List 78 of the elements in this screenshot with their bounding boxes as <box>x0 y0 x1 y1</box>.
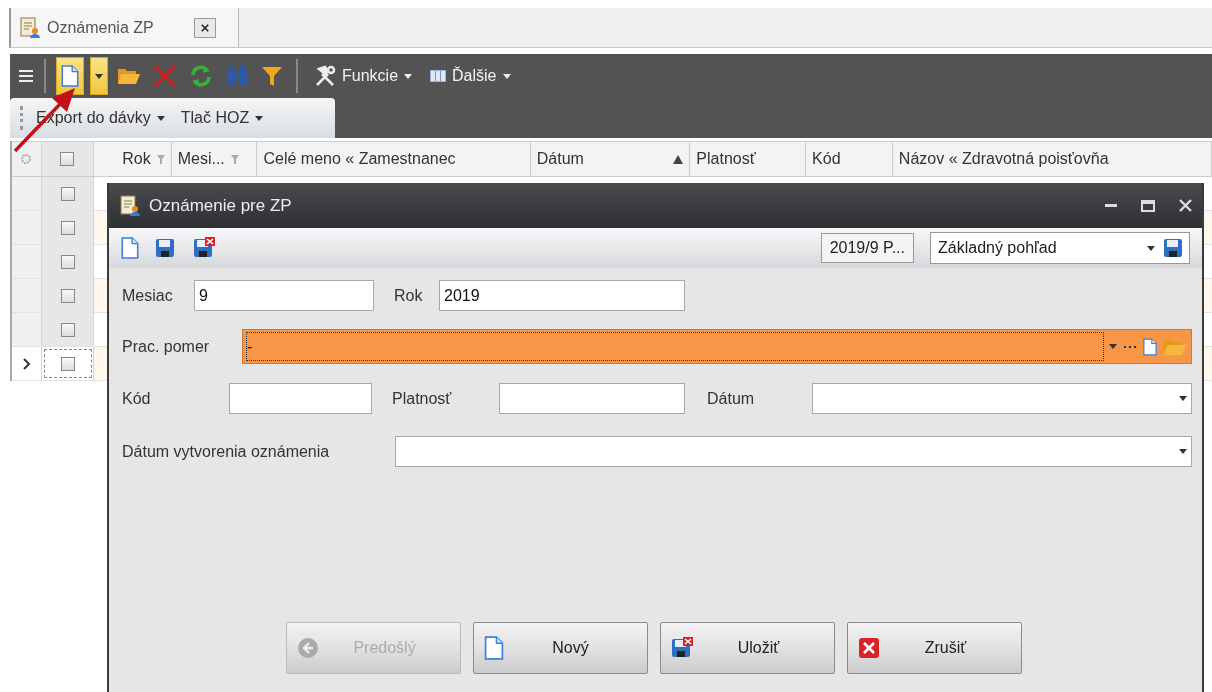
dropdown-arrow-icon <box>95 73 103 79</box>
floppy-delete-icon <box>193 237 215 259</box>
menu-icon[interactable] <box>18 69 34 83</box>
menu-button[interactable]: Funkcie <box>308 65 419 87</box>
filter-icon <box>230 154 239 164</box>
select-all-checkbox[interactable] <box>60 152 75 166</box>
tools-icon <box>314 65 336 87</box>
minimize-icon[interactable] <box>1105 203 1117 208</box>
columns-icon <box>430 70 447 82</box>
column-header[interactable]: Mesi... <box>171 142 258 176</box>
row-checkbox[interactable] <box>60 322 75 337</box>
dropdown-arrow-icon <box>1179 449 1187 454</box>
field-label: Mesiac <box>122 286 174 305</box>
lookup-field[interactable]: - <box>242 329 1192 364</box>
dropdown-arrow-icon <box>1179 396 1187 401</box>
filter-icon <box>156 154 165 164</box>
column-header[interactable]: Dátum <box>530 142 691 176</box>
menu-button[interactable]: Ďalšie <box>424 67 517 85</box>
row-header[interactable] <box>12 347 42 380</box>
dropdown-button[interactable] <box>90 57 108 95</box>
field-label: Platnosť <box>392 389 453 408</box>
filter-icon <box>261 65 283 87</box>
maximize-icon[interactable] <box>1141 199 1155 212</box>
field-label: Rok <box>394 286 424 305</box>
field-label: Prac. pomer <box>122 337 211 356</box>
column-header[interactable]: Názov « Zdravotná poisťovňa <box>892 142 1212 176</box>
dropdown-arrow-icon <box>1147 245 1155 251</box>
close-icon[interactable] <box>1179 199 1192 212</box>
current-row-icon <box>22 357 31 370</box>
view-select[interactable]: Základný pohľad <box>930 232 1190 264</box>
report-user-icon <box>19 16 41 39</box>
column-header[interactable]: Platnosť <box>690 142 807 176</box>
new-document-icon <box>1143 337 1157 356</box>
text-field[interactable] <box>499 383 685 414</box>
binoculars-icon <box>225 65 249 87</box>
row-checkbox[interactable] <box>60 186 75 201</box>
new-button[interactable]: Nový <box>473 622 648 674</box>
row-checkbox[interactable] <box>60 254 75 269</box>
new-document-icon <box>61 65 79 87</box>
cancel-button[interactable]: Zrušiť <box>847 622 1022 674</box>
close-icon <box>201 22 209 33</box>
field-label: Dátum vytvorenia oznámenia <box>122 442 331 461</box>
row-checkbox[interactable] <box>60 288 75 303</box>
new-document-icon <box>121 237 139 259</box>
column-header[interactable]: Celé meno « Zamestnanec <box>257 142 531 176</box>
folder-icon <box>117 67 141 85</box>
row-checkbox[interactable] <box>60 220 75 235</box>
field-label: Kód <box>122 389 152 408</box>
dropdown-arrow-icon <box>1109 344 1117 349</box>
row-checkbox[interactable] <box>60 356 75 371</box>
tab[interactable]: Oznámenia ZP <box>11 8 239 47</box>
refresh-icon <box>189 65 213 87</box>
save-button[interactable]: Uložiť <box>660 622 835 674</box>
text-field[interactable] <box>229 383 372 414</box>
delete-cross-icon <box>153 64 177 88</box>
sort-ascending-icon <box>673 154 684 164</box>
report-user-icon <box>119 194 141 217</box>
cancel-icon <box>858 637 880 659</box>
dialog-title: Oznámenie pre ZP <box>149 195 292 216</box>
caret-icon <box>255 115 264 121</box>
field-label: Dátum <box>707 389 756 408</box>
caret-icon <box>502 73 511 79</box>
close-button[interactable] <box>194 17 216 38</box>
text-field[interactable]: 9 <box>194 280 374 311</box>
save-view-icon <box>1163 237 1185 259</box>
document-icon <box>484 636 504 660</box>
caret-icon <box>156 115 165 121</box>
ellipsis-icon[interactable] <box>1123 344 1137 349</box>
text-field[interactable]: 2019 <box>439 280 685 311</box>
floppy-delete-icon <box>671 637 693 659</box>
column-header[interactable]: Kód <box>806 142 893 176</box>
new-button[interactable] <box>56 57 84 95</box>
period-button[interactable]: 2019/9 P... <box>820 233 914 263</box>
menu-button[interactable]: Tlač HOZ <box>174 109 270 127</box>
folder-icon <box>1163 337 1187 356</box>
gear-icon[interactable] <box>20 153 33 165</box>
caret-icon <box>404 73 413 79</box>
column-header[interactable]: Rok <box>93 142 172 176</box>
